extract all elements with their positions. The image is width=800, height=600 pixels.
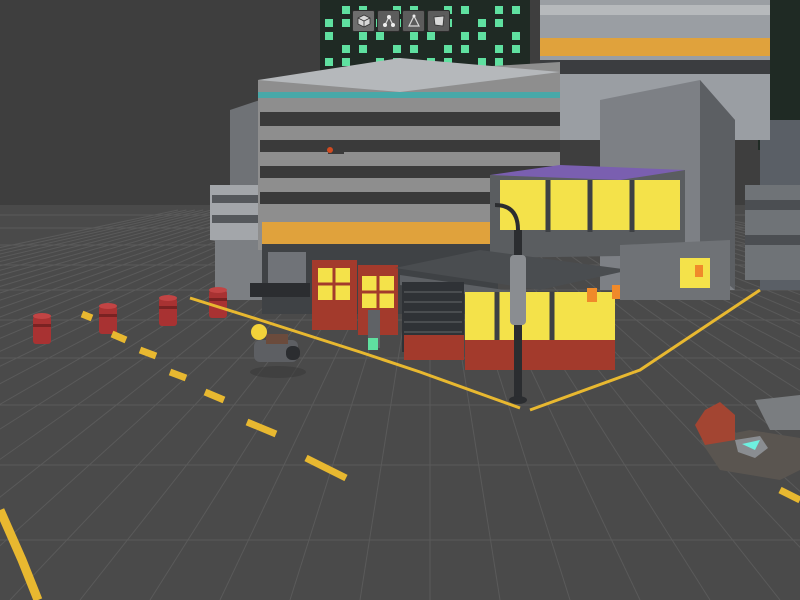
barrel xyxy=(99,303,117,334)
face-icon xyxy=(433,15,444,27)
tool-shaded-mode[interactable] xyxy=(352,10,375,32)
barrel xyxy=(209,287,227,318)
scene-toolbar xyxy=(352,10,450,32)
cube-icon xyxy=(357,14,370,28)
street-sign xyxy=(368,310,380,350)
security-camera xyxy=(327,146,344,154)
shop-front-left xyxy=(312,260,398,335)
tool-face-mode[interactable] xyxy=(427,10,450,32)
barrel xyxy=(33,313,51,344)
scene-viewport[interactable] xyxy=(0,0,800,600)
lane-dash xyxy=(80,310,94,322)
barrel xyxy=(159,295,177,326)
vertex-triangle-icon xyxy=(407,14,420,27)
tool-vertex-mode[interactable] xyxy=(402,10,425,32)
tool-nodes-mode[interactable] xyxy=(377,10,400,32)
nodes-icon xyxy=(382,15,395,27)
scene-canvas[interactable] xyxy=(0,0,800,600)
